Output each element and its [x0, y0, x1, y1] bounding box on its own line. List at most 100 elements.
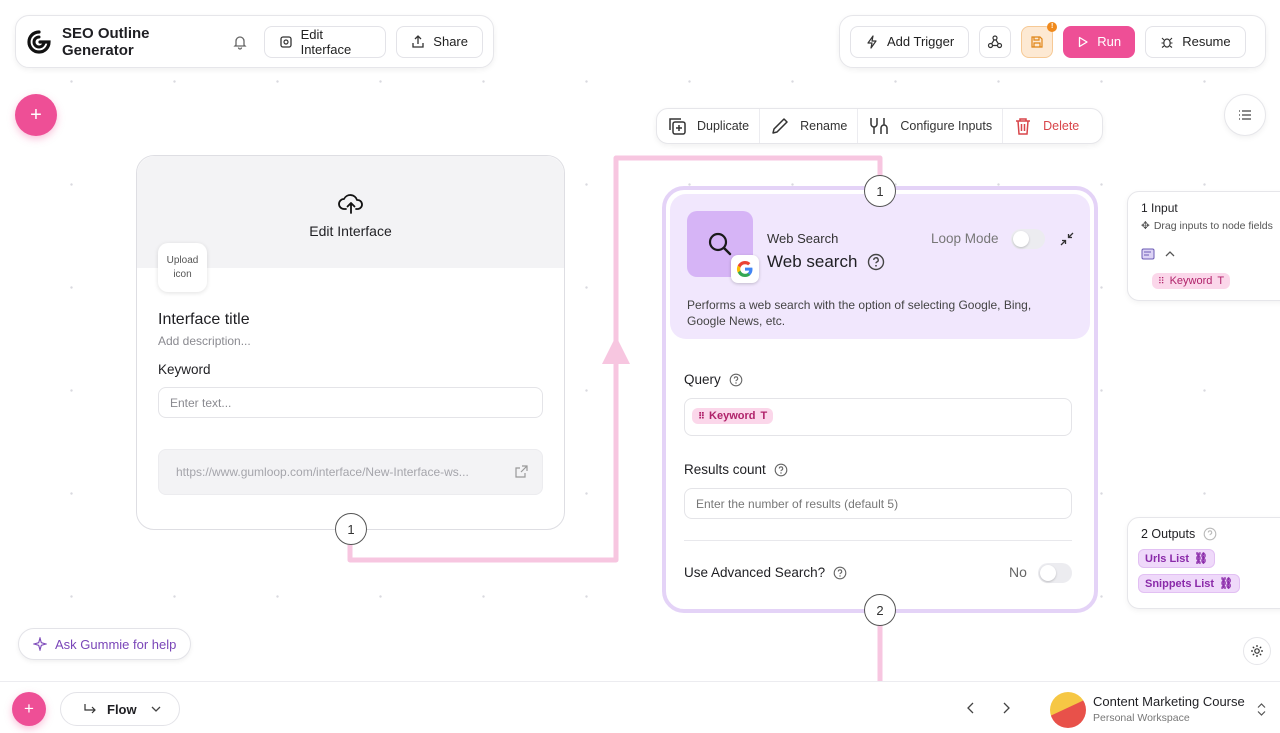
inputs-hint-row: ✥ Drag inputs to node fields — [1141, 220, 1273, 232]
webhook-icon — [987, 34, 1003, 50]
bell-icon[interactable] — [232, 34, 248, 50]
node-title[interactable]: Web search — [767, 252, 857, 272]
ask-gummie-button[interactable]: Ask Gummie for help — [18, 628, 192, 660]
output-urls-list[interactable]: Urls List ⛓ — [1138, 549, 1215, 568]
rename-label: Rename — [800, 119, 848, 133]
ask-gummie-label: Ask Gummie for help — [55, 636, 177, 652]
search-icon — [706, 230, 734, 258]
query-label-row: Query — [684, 372, 743, 387]
interface-icon — [279, 35, 293, 49]
interface-output-handle[interactable]: 1 — [335, 513, 367, 545]
bottom-add-button[interactable]: + — [12, 692, 46, 726]
upload-icon-label: Upload icon — [166, 254, 199, 280]
outputs-title: 2 Outputs — [1141, 527, 1196, 541]
inputs-keyword-label: Keyword — [1169, 275, 1213, 287]
delete-label: Delete — [1043, 119, 1080, 133]
gumloop-logo-icon — [26, 29, 52, 55]
text-type-icon: T — [760, 410, 768, 422]
flow-arrow-icon — [83, 703, 97, 715]
node-description: Performs a web search with the option of… — [687, 298, 1032, 328]
upload-icon-button[interactable]: Upload icon — [158, 243, 207, 292]
add-node-button[interactable]: + — [15, 94, 57, 136]
sparkle-icon — [33, 637, 47, 651]
trash-icon — [1013, 116, 1033, 136]
query-keyword-label: Keyword — [709, 410, 756, 422]
output-urls-label: Urls List — [1145, 552, 1190, 565]
results-count-input[interactable]: Enter the number of results (default 5) — [684, 488, 1072, 519]
rename-button[interactable]: Rename — [760, 109, 859, 143]
delete-button[interactable]: Delete — [1003, 109, 1089, 143]
loop-mode-label: Loop Mode — [931, 231, 999, 246]
node-list-button[interactable] — [1224, 94, 1266, 136]
resume-button[interactable]: Resume — [1145, 25, 1246, 58]
interface-node[interactable]: Edit Interface Upload icon Interface tit… — [136, 155, 565, 545]
bug-icon — [1160, 35, 1174, 49]
loop-mode-toggle[interactable] — [1011, 229, 1045, 249]
share-button[interactable]: Share — [396, 25, 483, 58]
duplicate-label: Duplicate — [697, 119, 750, 133]
back-icon[interactable] — [966, 702, 976, 714]
collapse-icon[interactable] — [1060, 232, 1074, 246]
plus-icon: + — [30, 103, 42, 126]
interface-description[interactable]: Add description... — [158, 334, 251, 348]
add-trigger-label: Add Trigger — [887, 34, 955, 49]
workspace-name: Content Marketing Course — [1093, 694, 1245, 709]
web-node-output-handle[interactable]: 2 — [864, 594, 896, 626]
keyword-input[interactable]: Enter text... — [158, 387, 543, 418]
save-icon — [1030, 35, 1044, 49]
advanced-search-label: Use Advanced Search? — [684, 565, 826, 580]
duplicate-button[interactable]: Duplicate — [657, 109, 761, 143]
edit-interface-button[interactable]: Edit Interface — [263, 25, 387, 58]
output-snippets-list[interactable]: Snippets List ⛓ — [1138, 574, 1241, 593]
node-icon-tile — [687, 211, 759, 283]
workflow-title[interactable]: SEO Outline Generator — [62, 25, 216, 59]
gear-icon — [1250, 644, 1264, 658]
interface-source-icon — [1141, 248, 1157, 260]
link-icon: ⛓ — [1194, 553, 1208, 565]
query-keyword-tag[interactable]: ⠿ Keyword T — [692, 408, 774, 424]
results-count-placeholder: Enter the number of results (default 5) — [696, 497, 899, 511]
outputs-title-row: 2 Outputs — [1141, 527, 1217, 541]
node-toolbar: Duplicate Rename Configure Inputs Delete — [656, 108, 1103, 144]
play-icon — [1077, 36, 1089, 48]
query-help-icon[interactable] — [729, 373, 743, 387]
advanced-search-toggle[interactable] — [1038, 563, 1072, 583]
run-controls: Add Trigger ! Run Resume — [839, 15, 1266, 68]
node-header: Web Search Web search Loop Mode Performs… — [670, 194, 1090, 339]
help-icon[interactable] — [867, 253, 885, 271]
inputs-keyword-tag[interactable]: ⠿ Keyword T — [1152, 273, 1231, 289]
forward-icon[interactable] — [1001, 702, 1011, 714]
configure-icon — [868, 116, 890, 136]
outputs-panel: 2 Outputs Urls List ⛓ Snippets List ⛓ — [1127, 517, 1280, 609]
workspace-switcher[interactable]: Content Marketing Course Personal Worksp… — [1050, 690, 1272, 728]
add-trigger-button[interactable]: Add Trigger — [850, 25, 970, 58]
text-type-icon: T — [1217, 275, 1225, 287]
flow-selector[interactable]: Flow — [60, 692, 180, 726]
cloud-upload-icon — [337, 193, 364, 215]
outputs-help-icon[interactable] — [1203, 527, 1217, 541]
node-category: Web Search — [767, 231, 839, 246]
results-help-icon[interactable] — [774, 463, 788, 477]
webhook-button[interactable] — [979, 25, 1012, 58]
duplicate-icon — [667, 116, 687, 136]
interface-url-field[interactable]: https://www.gumloop.com/interface/New-In… — [158, 449, 543, 495]
chevron-up-icon[interactable] — [1165, 250, 1175, 258]
save-button[interactable]: ! — [1021, 21, 1058, 58]
advanced-search-label-row: Use Advanced Search? — [684, 565, 847, 580]
run-button[interactable]: Run — [1063, 25, 1136, 58]
interface-title[interactable]: Interface title — [158, 311, 250, 329]
query-input[interactable]: ⠿ Keyword T — [684, 398, 1072, 436]
keyword-input-placeholder: Enter text... — [170, 396, 232, 410]
web-node-input-handle[interactable]: 1 — [864, 175, 896, 207]
google-icon — [731, 255, 759, 283]
chevron-updown-icon — [1257, 703, 1266, 716]
advanced-search-value: No — [1009, 564, 1027, 580]
canvas-settings-button[interactable] — [1243, 637, 1271, 665]
query-label: Query — [684, 372, 721, 387]
bottom-bar: + Flow Content Marketing Course Personal… — [0, 681, 1280, 733]
external-link-icon[interactable] — [515, 465, 528, 478]
web-search-node[interactable]: Web Search Web search Loop Mode Performs… — [662, 186, 1098, 613]
configure-inputs-button[interactable]: Configure Inputs — [858, 109, 1004, 143]
advanced-help-icon[interactable] — [833, 566, 847, 580]
divider — [684, 540, 1072, 541]
